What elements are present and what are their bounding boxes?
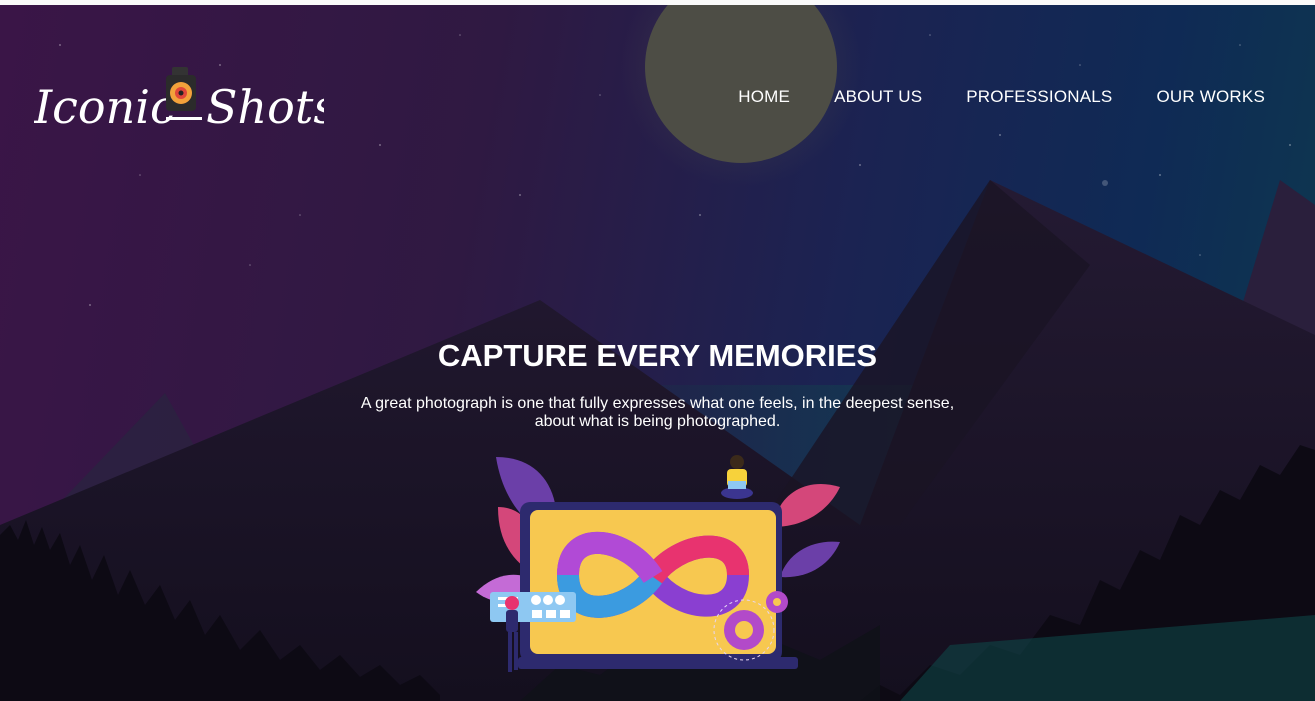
nav-professionals[interactable]: PROFESSIONALS xyxy=(966,87,1112,107)
hero-subtitle: A great photograph is one that fully exp… xyxy=(360,395,955,430)
hero-section: Iconic Shots HOME ABOUT US PROFESSIONALS… xyxy=(0,5,1315,701)
hero-title: CAPTURE EVERY MEMORIES xyxy=(437,338,878,373)
logo-text-iconic: Iconic xyxy=(34,80,176,134)
logo-text-shots: Shots xyxy=(206,80,324,134)
laptop-infinity-illustration xyxy=(476,455,840,672)
iconic-shots-logo[interactable]: Iconic Shots xyxy=(34,61,324,141)
main-nav: HOME ABOUT US PROFESSIONALS OUR WORKS xyxy=(738,87,1265,107)
nav-our-works[interactable]: OUR WORKS xyxy=(1156,87,1265,107)
nav-home[interactable]: HOME xyxy=(738,87,790,107)
nav-about-us[interactable]: ABOUT US xyxy=(834,87,922,107)
